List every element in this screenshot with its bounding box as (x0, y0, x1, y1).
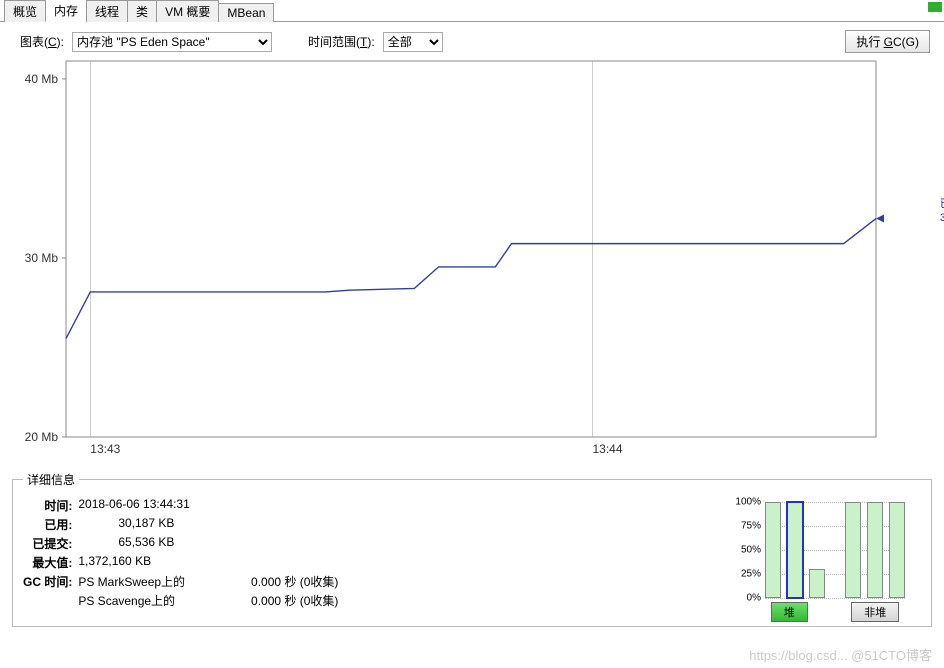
tab-overview[interactable]: 概览 (4, 0, 46, 22)
svg-text:13:43: 13:43 (90, 442, 120, 456)
mini-bar-2[interactable] (809, 569, 825, 598)
nonheap-button[interactable]: 非堆 (851, 602, 899, 622)
mini-y-75: 75% (741, 521, 761, 532)
series-label: 已用 32,254,11 (940, 197, 944, 226)
row-max-v: 1,372,160 KB (78, 553, 344, 572)
mini-bar-5[interactable] (889, 502, 905, 598)
row-time-k: 时间: (23, 496, 78, 515)
mini-y-50: 50% (741, 545, 761, 556)
row-gc1-name: PS Scavenge上的 (78, 591, 191, 610)
memory-chart: 20 Mb30 Mb40 Mb13:4313:44 已用 32,254,11 (16, 57, 934, 467)
mini-y-25: 25% (741, 569, 761, 580)
row-used-v: 30,187 KB (78, 515, 344, 534)
details-panel: 详细信息 时间: 2018-06-06 13:44:31 已用: 30,187 … (12, 471, 932, 627)
chart-label: 图表(C): (20, 33, 64, 50)
chart-select[interactable]: 内存池 "PS Eden Space" (72, 32, 272, 52)
row-gc0-val: 0.000 秒 (0收集) (191, 572, 344, 591)
row-time-v: 2018-06-06 13:44:31 (78, 496, 344, 515)
row-gc1-val: 0.000 秒 (0收集) (191, 591, 344, 610)
tab-threads[interactable]: 线程 (86, 0, 128, 22)
chart-canvas: 20 Mb 30 Mb 40 Mb 13:43 13:44 (16, 57, 886, 467)
svg-text:40 Mb: 40 Mb (25, 72, 59, 86)
tab-bar: 概览 内存 线程 类 VM 概要 MBean (0, 0, 944, 22)
mini-bar-0[interactable] (765, 502, 781, 598)
mini-bar-3[interactable] (845, 502, 861, 598)
control-row: 图表(C): 内存池 "PS Eden Space" 时间范围(T): 全部 执… (0, 22, 944, 57)
time-range-label: 时间范围(T): (308, 33, 375, 50)
heap-button[interactable]: 堆 (771, 602, 808, 622)
tab-mbean[interactable]: MBean (218, 3, 274, 22)
details-left: 时间: 2018-06-06 13:44:31 已用: 30,187 KB 已提… (23, 496, 711, 616)
time-range-select[interactable]: 全部 (383, 32, 443, 52)
tab-classes[interactable]: 类 (127, 0, 157, 22)
tab-vm-summary[interactable]: VM 概要 (156, 0, 219, 22)
svg-text:30 Mb: 30 Mb (25, 251, 59, 265)
row-gc-k: GC 时间: (23, 572, 78, 591)
svg-text:13:44: 13:44 (593, 442, 623, 456)
watermark: https://blog.csd... @51CTO博客 (749, 645, 932, 664)
row-max-k: 最大值: (23, 553, 78, 572)
mini-bar-4[interactable] (867, 502, 883, 598)
svg-text:20 Mb: 20 Mb (25, 430, 59, 444)
row-committed-v: 65,536 KB (78, 534, 344, 553)
tab-memory[interactable]: 内存 (45, 0, 87, 22)
mini-y-0: 0% (747, 593, 761, 604)
connection-indicator (928, 2, 942, 12)
mini-barchart: 100% 75% 50% 25% 0% (731, 496, 911, 616)
row-committed-k: 已提交: (23, 534, 78, 553)
perform-gc-button[interactable]: 执行 GC(G) (845, 30, 930, 53)
mini-bar-1[interactable] (787, 502, 803, 598)
row-used-k: 已用: (23, 515, 78, 534)
details-title: 详细信息 (23, 471, 79, 488)
mini-y-100: 100% (735, 497, 761, 508)
row-gc0-name: PS MarkSweep上的 (78, 572, 191, 591)
details-right: 100% 75% 50% 25% 0% (731, 496, 921, 616)
